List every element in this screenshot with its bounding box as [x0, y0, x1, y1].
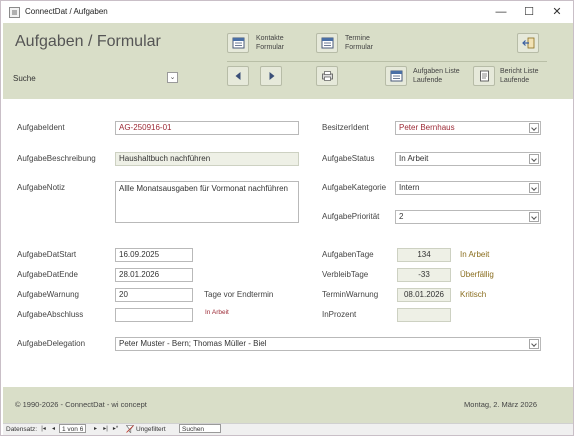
kontakte-formular-label: Kontakte Formular — [256, 35, 285, 51]
next-record-nav-button[interactable]: ▸ — [91, 425, 100, 434]
termin-warnung-label: TerminWarnung — [322, 290, 379, 299]
aufgabe-status-value: In Arbeit — [399, 154, 429, 163]
minimize-button[interactable]: — — [487, 1, 515, 23]
aufgabe-delegation-value: Peter Muster - Bern; Thomas Müller - Bie… — [119, 339, 267, 348]
aufgabe-abschluss-field[interactable] — [115, 308, 193, 322]
aufgabe-warnung-field[interactable]: 20 — [115, 288, 193, 302]
aufgabe-abschluss-note: In Arbeit — [205, 309, 229, 316]
aufgabe-kategorie-value: Intern — [399, 183, 420, 192]
aufgaben-liste-button[interactable] — [385, 66, 407, 86]
aufgabe-notiz-label: AufgabeNotiz — [17, 183, 66, 192]
besitzer-ident-value: Peter Bernhaus — [399, 123, 455, 132]
header-separator — [227, 61, 547, 62]
besitzer-ident-label: BesitzerIdent — [322, 123, 369, 132]
record-position-field[interactable]: 1 von 6 — [59, 424, 87, 433]
in-prozent-field — [397, 308, 451, 322]
prev-record-icon — [235, 72, 241, 80]
record-navigation-bar: Datensatz: |◂ ◂ 1 von 6 ▸ ▸| ▸* Ungefilt… — [3, 423, 573, 435]
aufgabe-dat-start-label: AufgabeDatStart — [17, 250, 77, 259]
aufgabe-delegation-field[interactable]: Peter Muster - Bern; Thomas Müller - Bie… — [115, 337, 541, 351]
aufgabe-dat-start-field[interactable]: 16.09.2025 — [115, 248, 193, 262]
aufgabe-prioritaet-label: AufgabePriorität — [322, 212, 380, 221]
copyright-text: © 1990-2026 - ConnectDat - wi concept — [15, 400, 147, 409]
aufgabe-beschreibung-field[interactable]: Haushaltbuch nachführen — [115, 152, 299, 166]
aufgabe-prioritaet-value: 2 — [399, 212, 404, 221]
verbleib-tage-label: VerbleibTage — [322, 270, 369, 279]
chevron-down-icon[interactable] — [529, 212, 539, 222]
chevron-down-icon[interactable] — [529, 339, 539, 349]
aufgabe-ident-field[interactable]: AG-250916-01 — [115, 121, 299, 135]
aufgabe-warnung-label: AufgabeWarnung — [17, 290, 79, 299]
aufgabe-kategorie-label: AufgabeKategorie — [322, 183, 387, 192]
chevron-down-icon[interactable] — [529, 183, 539, 193]
aufgabe-prioritaet-field[interactable]: 2 — [395, 210, 541, 224]
search-dropdown[interactable]: ⌄ — [167, 72, 178, 83]
form-icon — [232, 37, 245, 49]
termine-formular-button[interactable] — [316, 33, 338, 53]
next-record-button[interactable] — [260, 66, 282, 86]
last-record-button[interactable]: ▸| — [101, 425, 110, 434]
aufgaben-liste-label: Aufgaben Liste Laufende — [413, 68, 460, 84]
window-title: ConnectDat / Aufgaben — [25, 7, 108, 16]
aufgabe-ident-label: AufgabeIdent — [17, 123, 65, 132]
close-button[interactable]: ✕ — [543, 1, 571, 23]
form-icon — [321, 37, 334, 49]
aufgabe-beschreibung-label: AufgabeBeschreibung — [17, 154, 96, 163]
previous-record-nav-button[interactable]: ◂ — [49, 425, 58, 434]
maximize-button[interactable]: ☐ — [515, 1, 543, 23]
aufgaben-tage-status: In Arbeit — [460, 250, 490, 259]
verbleib-tage-field: -33 — [397, 268, 451, 282]
exit-button[interactable] — [517, 33, 539, 53]
print-icon — [322, 71, 333, 81]
aufgabe-dat-ende-label: AufgabeDatEnde — [17, 270, 78, 279]
aufgabe-status-label: AufgabeStatus — [322, 154, 375, 163]
bericht-liste-button[interactable] — [473, 66, 495, 86]
print-button[interactable] — [316, 66, 338, 86]
search-label: Suche — [13, 74, 36, 83]
record-label: Datensatz: — [6, 426, 38, 433]
kontakte-formular-button[interactable] — [227, 33, 249, 53]
aufgabe-dat-ende-field[interactable]: 28.01.2026 — [115, 268, 193, 282]
chevron-down-icon[interactable] — [529, 123, 539, 133]
in-prozent-label: InProzent — [322, 310, 357, 319]
form-footer: © 1990-2026 - ConnectDat - wi concept Mo… — [3, 387, 573, 423]
form-title: Aufgaben / Formular — [15, 33, 161, 50]
title-bar: ConnectDat / Aufgaben — ☐ ✕ — [1, 1, 573, 23]
aufgabe-delegation-label: AufgabeDelegation — [17, 339, 86, 348]
app-icon — [9, 7, 20, 18]
new-record-button[interactable]: ▸* — [111, 425, 120, 434]
filter-icon[interactable] — [126, 425, 134, 433]
aufgabe-abschluss-label: AufgabeAbschluss — [17, 310, 84, 319]
form-header: Aufgaben / Formular Kontakte Formular Te… — [3, 23, 573, 99]
current-date: Montag, 2. März 2026 — [464, 400, 537, 409]
termine-formular-label: Termine Formular — [345, 35, 374, 51]
termin-warnung-status: Kritisch — [460, 290, 487, 299]
aufgabe-kategorie-field[interactable]: Intern — [395, 181, 541, 195]
form-detail: AufgabeIdent AG-250916-01 AufgabeBeschre… — [3, 99, 573, 387]
record-search-input[interactable]: Suchen — [179, 424, 221, 433]
next-record-icon — [269, 72, 275, 80]
first-record-button[interactable]: |◂ — [39, 425, 48, 434]
aufgabe-status-field[interactable]: In Arbeit — [395, 152, 541, 166]
list-icon — [390, 70, 403, 82]
verbleib-tage-status: Überfällig — [460, 270, 494, 279]
exit-icon — [522, 37, 535, 49]
termin-warnung-field: 08.01.2026 — [397, 288, 451, 302]
aufgaben-tage-field: 134 — [397, 248, 451, 262]
filter-status[interactable]: Ungefiltert — [136, 425, 166, 434]
application-window: ConnectDat / Aufgaben — ☐ ✕ Aufgaben / F… — [0, 0, 574, 436]
aufgabe-warnung-suffix: Tage vor Endtermin — [204, 290, 274, 299]
besitzer-ident-field[interactable]: Peter Bernhaus — [395, 121, 541, 135]
report-icon — [480, 70, 489, 82]
aufgaben-tage-label: AufgabenTage — [322, 250, 374, 259]
aufgabe-notiz-field[interactable]: Allle Monatsausgaben für Vormonat nachfü… — [115, 181, 299, 223]
bericht-liste-label: Bericht Liste Laufende — [500, 68, 539, 84]
previous-record-button[interactable] — [227, 66, 249, 86]
chevron-down-icon[interactable] — [529, 154, 539, 164]
chevron-down-icon: ⌄ — [169, 74, 176, 81]
